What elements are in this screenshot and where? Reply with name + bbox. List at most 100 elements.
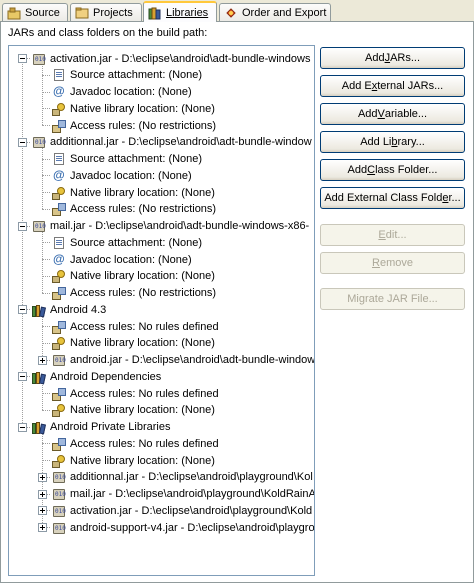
tree-connector (42, 175, 50, 177)
jar-icon: 010 (33, 53, 46, 65)
tab-source[interactable]: Source (2, 3, 68, 21)
migrate-jar-file-button[interactable]: Migrate JAR File... (320, 288, 465, 310)
tree-node-label: mail.jar - D:\eclipse\android\adt-bundle… (50, 220, 310, 232)
native-library-icon (51, 101, 67, 117)
button-label: rary... (397, 136, 425, 148)
remove-button[interactable]: Remove (320, 252, 465, 274)
projects-tab-icon (75, 6, 89, 20)
expand-icon[interactable] (38, 489, 47, 499)
tree-child-node[interactable]: 010 mail.jar - D:\eclipse\android\playgro… (9, 486, 314, 503)
collapse-icon[interactable] (18, 372, 27, 382)
jar-icon: 010 (53, 355, 66, 366)
edit-button[interactable]: Edit... (320, 224, 465, 246)
jar-icon: 010 (53, 522, 66, 534)
tree-node[interactable]: Android Private Libraries (9, 419, 314, 436)
expand-icon[interactable] (38, 523, 47, 532)
tab-order-export[interactable]: Order and Export (219, 3, 331, 21)
collapse-icon[interactable] (18, 305, 27, 315)
collapse-icon[interactable] (18, 221, 27, 231)
add-external-class-folder-button[interactable]: Add External Class Fold e r... (320, 187, 465, 209)
tab-projects[interactable]: Projects (70, 3, 142, 21)
tree-node[interactable]: 010 additionnal.jar - D:\eclipse\android\… (9, 134, 314, 151)
tree-node-label: Android Private Libraries (50, 421, 171, 433)
button-label: Add (357, 108, 378, 120)
tree-child-node[interactable]: Access rules: No rules defined (9, 435, 314, 452)
button-label: Add External Class Fold (324, 192, 443, 204)
tree-child-node[interactable]: Access rules: No rules defined (9, 318, 314, 335)
tree-child-node[interactable]: 010 android.jar - D:\eclipse\android\adt-… (9, 352, 314, 369)
native-library-icon (51, 453, 67, 469)
add-class-folder-button[interactable]: Add Class Folder... (320, 159, 465, 181)
tree-child-node[interactable]: Source attachment: (None) (9, 234, 314, 251)
tree-child-node[interactable]: @ Javadoc location: (None) (9, 167, 314, 184)
tree-node[interactable]: 010 mail.jar - D:\eclipse\android\adt-bun… (9, 218, 314, 235)
access-rules-icon (51, 386, 67, 402)
tree-node-label: android-support-v4.jar - D:\eclipse\andr… (70, 521, 315, 534)
tree-child-node[interactable]: @ Javadoc location: (None) (9, 251, 314, 268)
access-rules-icon (51, 285, 67, 301)
javadoc-icon: @ (53, 251, 65, 266)
tree-node-label: Access rules: (No restrictions) (70, 119, 217, 132)
tree-node-label: Android Dependencies (50, 370, 162, 383)
add-jars-button[interactable]: Add J ARs... (320, 47, 465, 69)
tree-child-node[interactable]: Access rules: (No restrictions) (9, 117, 314, 134)
tree-child-node[interactable]: Native library location: (None) (9, 268, 314, 285)
collapse-icon[interactable] (18, 137, 27, 147)
tree-child-node[interactable]: Native library location: (None) (9, 100, 314, 117)
tree-node-label: activation.jar - D:\eclipse\android\adt-… (50, 52, 311, 65)
library-container-icon (31, 369, 47, 385)
add-external-jars-button[interactable]: Add Ex ternal JARs... (320, 75, 465, 97)
button-label: ternal JARs... (377, 80, 444, 92)
tree-connector (42, 74, 50, 76)
collapse-icon[interactable] (18, 54, 27, 63)
button-label: Add E (341, 80, 372, 92)
tree-child-node[interactable]: 010 activation.jar - D:\eclipse\android\p… (9, 502, 314, 519)
button-label: Add Li (360, 136, 392, 148)
tree-node[interactable]: Android 4.3 (9, 301, 314, 318)
tree-connector (42, 242, 50, 244)
tree-connector (42, 158, 50, 160)
tree-child-node[interactable]: Access rules: No rules defined (9, 385, 314, 402)
tree-node-label: Source attachment: (None) (70, 236, 203, 249)
expand-icon[interactable] (38, 472, 47, 482)
tree-child-node[interactable]: Native library location: (None) (9, 402, 314, 419)
tree-child-node[interactable]: 010 additionnal.jar - D:\eclipse\android\… (9, 469, 314, 486)
tree-child-node[interactable]: Source attachment: (None) (9, 67, 314, 84)
add-library-button[interactable]: Add Li b rary... (320, 131, 465, 153)
jar-icon: 010 (53, 489, 66, 500)
tree-child-node[interactable]: Access rules: (No restrictions) (9, 285, 314, 302)
add-variable-button[interactable]: Add Variable... (320, 103, 465, 125)
button-label: Migrate JAR File... (347, 293, 438, 305)
jar-icon: 010 (33, 221, 46, 232)
tree-child-node[interactable]: @ Javadoc location: (None) (9, 84, 314, 101)
tree-node-label: Access rules: (No restrictions) (70, 287, 217, 299)
tree-node[interactable]: 010 activation.jar - D:\eclipse\android\a… (9, 50, 314, 67)
tab-order-export-label: Order and Export (242, 6, 327, 19)
tree-node-label: Native library location: (None) (70, 270, 215, 283)
tree-node-label: Native library location: (None) (70, 454, 215, 467)
expand-icon[interactable] (38, 355, 47, 365)
tree-node-label: Source attachment: (None) (70, 69, 203, 82)
collapse-icon[interactable] (18, 422, 27, 432)
tree-child-node[interactable]: Native library location: (None) (9, 184, 314, 201)
tree-child-node[interactable]: Access rules: (No restrictions) (9, 201, 314, 218)
source-tab-icon (7, 6, 21, 20)
tree-child-node[interactable]: 010 android-support-v4.jar - D:\eclipse\a… (9, 519, 314, 536)
tree-child-node[interactable]: Native library location: (None) (9, 452, 314, 469)
expand-icon[interactable] (38, 506, 47, 516)
tree-connector (42, 443, 50, 445)
tab-projects-label: Projects (93, 6, 133, 19)
order-export-tab-icon (224, 6, 238, 20)
tree-connector (42, 192, 50, 193)
tree-child-node[interactable]: Native library location: (None) (9, 335, 314, 352)
access-rules-icon (51, 118, 67, 134)
tree-node-label: Javadoc location: (None) (70, 253, 192, 266)
access-rules-icon (51, 201, 67, 217)
button-label: dit... (385, 229, 407, 241)
tab-libraries[interactable]: Libraries (143, 1, 217, 22)
native-library-icon (51, 268, 67, 284)
tree-child-node[interactable]: Source attachment: (None) (9, 151, 314, 168)
tree-connector (42, 460, 50, 461)
build-path-tree[interactable]: 010 activation.jar - D:\eclipse\android\a… (8, 45, 315, 576)
tree-node[interactable]: Android Dependencies (9, 368, 314, 385)
